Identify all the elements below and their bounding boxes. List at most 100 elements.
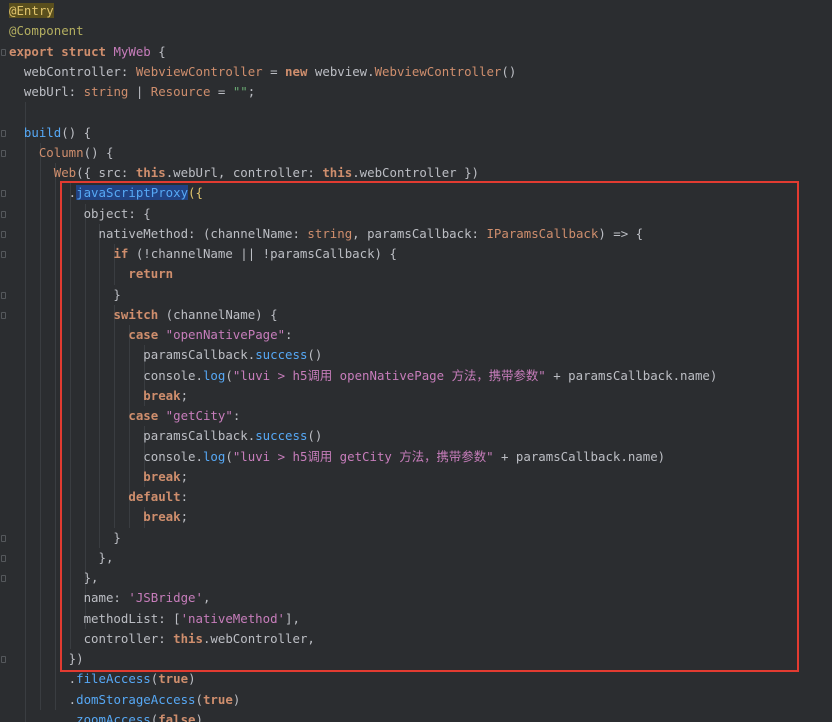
code-line: name: 'JSBridge', (9, 588, 211, 608)
code-line: build() { (9, 123, 91, 143)
code-line: return (9, 264, 173, 284)
fold-marker-icon[interactable] (1, 291, 6, 299)
code-editor[interactable]: @Entry @Component export struct MyWeb { we… (0, 0, 832, 722)
code-token: ({ (188, 185, 203, 201)
code-token: () (501, 63, 517, 79)
code-line: methodList: ['nativeMethod'], (9, 609, 300, 629)
code-line: Web({ src: this.webUrl, controller: this… (9, 163, 479, 183)
editor-gutter (0, 0, 8, 722)
code-token: export (9, 43, 54, 59)
code-token: 'JSBridge' (128, 590, 203, 606)
fold-marker-icon[interactable] (1, 48, 6, 56)
code-token: success (255, 347, 308, 363)
fold-marker-icon[interactable] (1, 251, 6, 258)
fold-marker-icon[interactable] (1, 230, 6, 238)
code-token: + paramsCallback.name) (545, 367, 718, 383)
code-token: WebviewController (135, 63, 263, 79)
code-token: log (202, 448, 226, 464)
code-token: name: (9, 590, 129, 606)
code-token: zoomAccess (76, 711, 151, 722)
code-line: webUrl: string | Resource = ""; (9, 82, 255, 102)
code-token: paramsCallback. (9, 347, 256, 363)
fold-marker-icon[interactable] (1, 554, 6, 562)
fold-marker-icon[interactable] (1, 129, 6, 137)
code-token: switch (113, 306, 159, 322)
fold-marker-icon[interactable] (1, 534, 6, 542)
code-token: Column (38, 144, 84, 160)
code-line: }, (9, 568, 99, 588)
code-token: break (143, 387, 181, 403)
code-line: } (9, 528, 121, 548)
code-token: : (285, 327, 293, 342)
code-line: }, (9, 548, 114, 568)
code-line: object: { (9, 204, 151, 224)
code-token: ( (195, 691, 203, 707)
code-line: webController: WebviewController = new w… (9, 62, 516, 82)
code-token: console. (9, 448, 203, 464)
code-token: } (9, 529, 121, 545)
code-token: ) (232, 691, 241, 707)
code-token: { (150, 43, 166, 59)
code-token: IParamsCallback (486, 225, 599, 241)
code-token: = (210, 84, 233, 99)
code-line: controller: this.webController, (9, 629, 315, 649)
code-token: 'nativeMethod' (180, 610, 286, 626)
code-token: ; (247, 84, 256, 99)
fold-marker-icon[interactable] (1, 311, 6, 319)
code-token: break (143, 468, 181, 484)
code-token: .webUrl, controller: (165, 165, 323, 180)
code-token: true (158, 671, 189, 687)
code-token: string (83, 84, 129, 99)
code-token: . (9, 185, 77, 201)
fold-marker-icon[interactable] (1, 575, 6, 582)
code-token: break (143, 509, 181, 525)
code-token: object: { (9, 205, 151, 221)
code-token: return (128, 266, 174, 282)
code-token: ({ src: (76, 165, 136, 180)
code-token: . (9, 671, 77, 687)
code-line: }) (9, 649, 84, 669)
code-line: case "openNativePage": (9, 325, 293, 345)
code-token: ; (180, 387, 189, 403)
code-line: paramsCallback.success() (9, 426, 322, 446)
code-token: (channelName) { (158, 306, 278, 322)
code-token: Web (53, 165, 77, 180)
code-token: webUrl: (9, 84, 84, 99)
code-token: fileAccess (76, 671, 151, 687)
code-token: "getCity" (165, 408, 233, 423)
code-token: webController: (9, 63, 136, 79)
fold-marker-icon[interactable] (1, 656, 6, 663)
code-token: () (307, 428, 323, 444)
code-line: Column() { (9, 143, 114, 163)
code-token: struct (61, 43, 106, 59)
code-line: @Component (9, 21, 84, 41)
code-line: } (9, 285, 120, 305)
code-token: .webController, (202, 630, 315, 646)
code-token: ) (195, 711, 203, 722)
fold-marker-icon[interactable] (1, 149, 6, 157)
code-token: }) (9, 651, 84, 666)
code-token: ) (188, 671, 196, 687)
code-token: build (23, 124, 62, 140)
code-token: () { (61, 124, 92, 140)
code-token: WebviewController (374, 63, 502, 79)
fold-marker-icon[interactable] (1, 190, 6, 198)
code-token: ], (285, 610, 300, 626)
code-token: "" (232, 84, 248, 99)
code-token: paramsCallback. (9, 428, 256, 444)
code-token: () (307, 347, 323, 363)
code-line: switch (channelName) { (9, 305, 278, 325)
code-line: break; (9, 507, 188, 527)
code-token: javaScriptProxy (76, 185, 189, 201)
fold-marker-icon[interactable] (1, 210, 6, 218)
code-token: if (113, 246, 129, 261)
